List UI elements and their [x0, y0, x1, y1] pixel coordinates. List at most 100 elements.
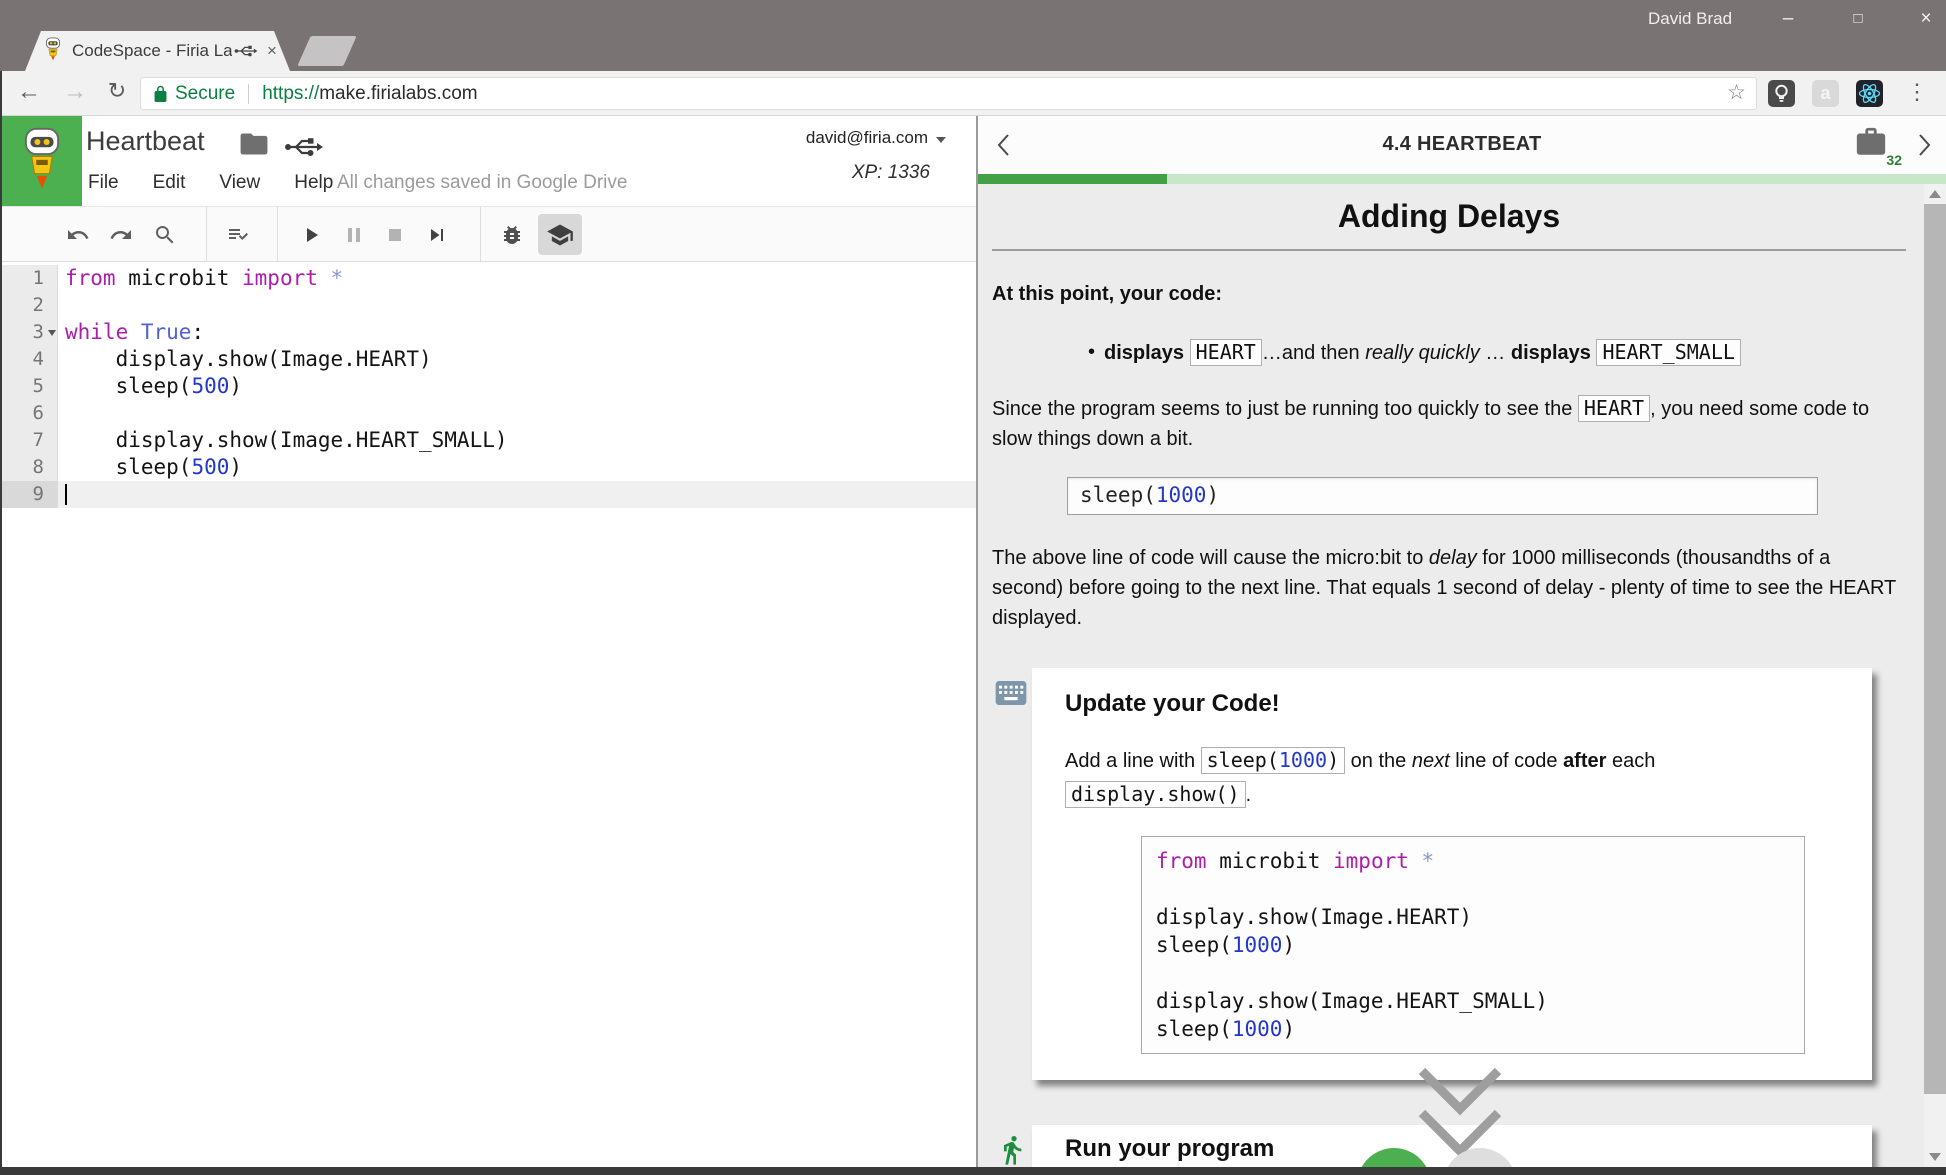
browser-user-name: David Brad	[1648, 9, 1732, 29]
editor-line[interactable]: 1from microbit import *	[0, 265, 976, 292]
tab-usb-icon	[234, 43, 258, 59]
lesson-heading: Adding Delays	[992, 198, 1906, 235]
url-text[interactable]: https://make.firialabs.com	[262, 83, 477, 105]
editor-pane: Heartbeat File Edit View Help All change…	[0, 116, 976, 1167]
graduation-cap-icon	[546, 221, 574, 249]
editor-line[interactable]: 9	[0, 481, 976, 508]
toolbar-separator	[277, 207, 278, 261]
debug-button[interactable]	[500, 223, 524, 247]
maximize-button[interactable]: □	[1838, 4, 1878, 34]
secure-label[interactable]: Secure	[175, 83, 235, 105]
app-logo-robot-icon	[2, 116, 82, 206]
menu-view[interactable]: View	[219, 172, 260, 194]
lesson-next-button[interactable]	[1918, 133, 1932, 157]
scroll-thumb[interactable]	[1924, 204, 1946, 1094]
step-button[interactable]	[425, 223, 449, 247]
editor-lines: 1from microbit import *23while True:4 di…	[0, 265, 976, 508]
undo-button[interactable]	[66, 223, 90, 247]
usb-status-icon[interactable]	[284, 136, 324, 158]
play-button[interactable]	[299, 223, 323, 247]
editor-line[interactable]: 6	[0, 400, 976, 427]
doc-title: Heartbeat	[86, 126, 205, 157]
reload-button[interactable]: ↻	[102, 78, 132, 104]
bullet-dot: •	[1088, 341, 1095, 364]
editor[interactable]: 1from microbit import *23while True:4 di…	[0, 262, 976, 1167]
address-bar: ← → ↻ Secure https://make.firialabs.com …	[0, 71, 1946, 116]
toolbox-badge: 32	[1886, 152, 1902, 168]
new-tab-button[interactable]	[297, 36, 356, 66]
editor-toolbar	[0, 206, 976, 262]
folder-button[interactable]	[240, 132, 268, 156]
lesson-content: Adding Delays At this point, your code: …	[978, 184, 1924, 1167]
heading-divider	[992, 249, 1906, 251]
triangle-down-icon	[1929, 1153, 1941, 1161]
progress-bar	[978, 174, 1946, 184]
robot-favicon-icon	[43, 37, 63, 65]
inline-code-box: sleep(1000)	[1067, 477, 1818, 515]
editor-line[interactable]: 5 sleep(500)	[0, 373, 976, 400]
toolbar-separator	[480, 207, 481, 261]
redo-button[interactable]	[109, 223, 133, 247]
lesson-pane: 4.4 HEARTBEAT 32 Adding Delays At this p…	[978, 116, 1946, 1167]
extension-lightbulb-icon[interactable]	[1768, 80, 1795, 107]
toolbox-button[interactable]: 32	[1854, 126, 1894, 166]
xp-label: XP: 1336	[852, 162, 930, 184]
omnibox-separator	[248, 84, 249, 104]
text-cursor	[65, 484, 67, 505]
card-code-block: from microbit import *display.show(Image…	[1141, 836, 1805, 1054]
triangle-up-icon	[1929, 190, 1941, 198]
tab-title: CodeSpace - Firia Lab	[72, 41, 232, 61]
minimize-button[interactable]: –	[1768, 4, 1808, 34]
padlock-icon	[153, 84, 168, 103]
run-person-icon	[996, 1133, 1028, 1167]
checklist-button[interactable]	[226, 223, 250, 247]
pause-button[interactable]	[342, 223, 366, 247]
progress-fill	[978, 174, 1167, 184]
main-area: Heartbeat File Edit View Help All change…	[0, 116, 1946, 1167]
search-button[interactable]	[153, 223, 177, 247]
scroll-down-button[interactable]	[1924, 1147, 1946, 1167]
paragraph: The above line of code will cause the mi…	[992, 543, 1906, 633]
editor-line[interactable]: 4 display.show(Image.HEART)	[0, 346, 976, 373]
toolbox-icon	[1854, 126, 1888, 158]
app-header: Heartbeat File Edit View Help All change…	[0, 116, 976, 206]
intro-text: At this point, your code:	[992, 283, 1906, 306]
window-left-edge	[0, 71, 2, 1175]
back-button[interactable]: ←	[14, 78, 44, 106]
editor-line[interactable]: 8 sleep(500)	[0, 454, 976, 481]
forward-button: →	[60, 78, 90, 106]
tab-close-icon[interactable]: ×	[267, 41, 277, 61]
lesson-nav-title: 4.4 HEARTBEAT	[978, 133, 1946, 156]
menu-file[interactable]: File	[88, 172, 119, 194]
extension-react-icon[interactable]	[1856, 80, 1883, 107]
browser-menu-icon[interactable]: ⋮	[1904, 79, 1930, 105]
save-status: All changes saved in Google Drive	[337, 172, 627, 194]
titlebar: David Brad – □ × CodeSpace - Firia Lab ×	[0, 0, 1946, 71]
update-card: Update your Code! Add a line with sleep(…	[1032, 668, 1872, 1080]
chevron-down-icon	[936, 137, 946, 143]
url-host: make.firialabs.com	[319, 83, 477, 104]
bookmark-star-icon[interactable]: ☆	[1727, 80, 1746, 105]
stop-button[interactable]	[383, 223, 407, 247]
lesson-scroll-area: Adding Delays At this point, your code: …	[978, 184, 1946, 1167]
card-body: Add a line with sleep(1000) on the next …	[1065, 744, 1839, 812]
editor-line[interactable]: 7 display.show(Image.HEART_SMALL)	[0, 427, 976, 454]
account-menu[interactable]: david@firia.com	[806, 128, 946, 148]
bullet-item: •displays HEART…and then really quickly …	[992, 340, 1906, 365]
keyboard-icon	[995, 680, 1027, 706]
run-title: Run your program	[1065, 1135, 1274, 1163]
close-button[interactable]: ×	[1906, 4, 1946, 34]
menu-help[interactable]: Help	[294, 172, 333, 194]
scrollbar[interactable]	[1924, 184, 1946, 1167]
scroll-up-button[interactable]	[1924, 184, 1946, 204]
omnibox[interactable]: Secure https://make.firialabs.com ☆	[140, 77, 1757, 110]
editor-line[interactable]: 3while True:	[0, 319, 976, 346]
menu-edit[interactable]: Edit	[153, 172, 186, 194]
card-title: Update your Code!	[1065, 690, 1839, 718]
browser-tab[interactable]: CodeSpace - Firia Lab ×	[25, 31, 290, 71]
editor-line[interactable]: 2	[0, 292, 976, 319]
lessons-toggle-button[interactable]	[538, 214, 582, 255]
fold-arrow-icon[interactable]	[48, 330, 56, 336]
extension-a-icon[interactable]: a	[1812, 80, 1839, 107]
toolbar-separator	[206, 207, 207, 261]
